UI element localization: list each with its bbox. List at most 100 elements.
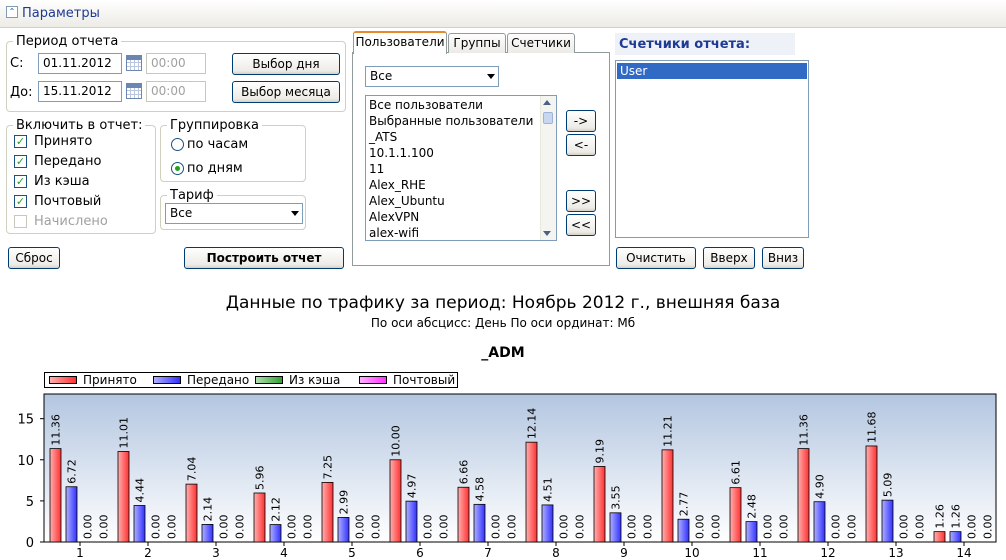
chart-subtitle: По оси абсцисс: День По оси ординат: Мб (370, 316, 636, 330)
x-tick-label: 8 (552, 546, 560, 560)
scroll-up-icon[interactable] (543, 100, 551, 105)
grouping-radio[interactable] (171, 138, 184, 151)
counter-list-item[interactable]: User (617, 63, 807, 79)
bar-value-label: 9.19 (594, 439, 607, 464)
collapse-icon[interactable]: ⌃ (6, 6, 18, 18)
from-date-input[interactable]: 01.11.2012 (38, 53, 122, 74)
dropdown-arrow-icon (291, 211, 299, 216)
move-up-button[interactable]: Вверх (703, 247, 755, 269)
bar-sent (881, 499, 894, 543)
bar-value-label: 11.68 (866, 411, 879, 443)
grouping-radio[interactable] (171, 162, 184, 175)
panel-header (0, 0, 1006, 28)
bar-value-label: 1.26 (950, 504, 963, 529)
user-list-item[interactable]: alex-wifi (366, 225, 556, 240)
bar-value-label: 4.44 (134, 478, 147, 503)
tab-users[interactable]: Пользователи (353, 31, 447, 54)
chart-title: Данные по трафику за период: Ноябрь 2012… (225, 293, 781, 313)
user-list-item[interactable]: 11 (366, 161, 556, 177)
scroll-down-icon[interactable] (543, 231, 551, 236)
clear-button[interactable]: Очистить (616, 247, 696, 269)
calendar-icon[interactable] (126, 83, 142, 99)
from-time-input[interactable]: 00:00 (146, 53, 206, 74)
bar-value-label: 0.00 (898, 515, 911, 540)
x-tick-label: 1 (76, 546, 84, 560)
legend-swatch-cache (255, 376, 283, 384)
user-list-item[interactable]: _ATS (366, 129, 556, 145)
build-report-button[interactable]: Построить отчет (184, 247, 344, 269)
bar-value-label: 0.00 (626, 515, 639, 540)
bar-value-label: 5.96 (254, 465, 267, 490)
bar-sent (269, 524, 282, 543)
user-list-item[interactable]: Выбранные пользователи (366, 113, 556, 129)
legend-label-received: Принято (83, 373, 137, 387)
select-month-button[interactable]: Выбор месяца (232, 81, 340, 103)
counters-list[interactable]: User (615, 60, 809, 238)
to-date-input[interactable]: 15.11.2012 (38, 81, 122, 102)
include-option-label: Передано (34, 154, 102, 169)
x-tick-label: 5 (348, 546, 356, 560)
tariff-select[interactable]: Все (165, 203, 303, 224)
reset-button[interactable]: Сброс (8, 247, 60, 269)
counters-title: Счетчики отчета: (619, 37, 751, 52)
bar-sent (541, 504, 554, 543)
bar-value-label: 2.77 (678, 492, 691, 517)
tab-counters[interactable]: Счетчики (507, 33, 575, 53)
tariff-value: Все (170, 206, 193, 220)
bar-value-label: 0.00 (558, 515, 571, 540)
user-filter-select[interactable]: Все (365, 66, 499, 87)
user-filter-value: Все (370, 69, 393, 83)
chart-legend: Принято Передано Из кэша Почтовый (44, 372, 458, 388)
calendar-icon[interactable] (126, 55, 142, 71)
bar-sent (473, 503, 486, 543)
bar-value-label: 0.00 (694, 515, 707, 540)
include-checkbox[interactable]: ✓ (14, 155, 27, 168)
add-selected-button[interactable]: -> (566, 110, 596, 132)
bar-received (457, 486, 470, 543)
include-checkbox[interactable]: ✓ (14, 195, 27, 208)
user-list[interactable]: Все пользователи Выбранные пользователи _A… (365, 95, 557, 241)
bar-value-label: 4.51 (542, 477, 555, 502)
add-all-button[interactable]: >> (566, 190, 596, 212)
tab-groups[interactable]: Группы (448, 33, 506, 53)
include-checkbox[interactable] (14, 215, 27, 228)
bar-value-label: 2.14 (202, 497, 215, 521)
user-list-item[interactable]: 10.1.1.100 (366, 145, 556, 161)
bar-value-label: 0.00 (98, 515, 111, 540)
bar-value-label: 0.00 (490, 515, 503, 540)
traffic-chart: 051015111.366.720.00 0.00211.014.440.00 0.… (17, 393, 997, 560)
x-tick-label: 6 (416, 546, 424, 560)
bar-value-label: 0.00 (150, 515, 163, 540)
x-tick-label: 9 (620, 546, 628, 560)
user-list-item[interactable]: Alex_Ubuntu (366, 193, 556, 209)
bar-value-label: 0.00 (830, 515, 843, 540)
remove-all-button[interactable]: << (566, 214, 596, 236)
bar-received (525, 441, 538, 543)
bar-value-label: 0.00 (286, 515, 299, 540)
bar-value-label: 0.00 (914, 515, 927, 540)
x-tick-label: 10 (684, 546, 699, 560)
bar-value-label: 7.04 (186, 457, 199, 482)
bar-received (729, 487, 742, 543)
remove-selected-button[interactable]: <- (566, 134, 596, 156)
include-checkbox[interactable]: ✓ (14, 135, 27, 148)
bar-value-label: 0.00 (370, 515, 383, 540)
scrollbar[interactable] (540, 96, 556, 240)
user-list-item[interactable]: Alex_RHE (366, 177, 556, 193)
user-list-item[interactable]: Все пользователи (366, 97, 556, 113)
bar-sent (609, 512, 622, 543)
bar-value-label: 0.00 (966, 515, 979, 540)
to-time-input[interactable]: 00:00 (146, 81, 206, 102)
move-down-button[interactable]: Вниз (762, 247, 804, 269)
bar-value-label: 11.21 (662, 415, 675, 447)
scroll-thumb[interactable] (543, 112, 553, 124)
bar-value-label: 2.12 (270, 497, 283, 522)
x-tick-label: 13 (888, 546, 903, 560)
bar-value-label: 0.00 (234, 515, 247, 540)
include-checkbox[interactable]: ✓ (14, 175, 27, 188)
select-day-button[interactable]: Выбор дня (232, 53, 340, 75)
period-legend: Период отчета (16, 34, 119, 49)
bar-value-label: 7.25 (322, 455, 335, 480)
bar-value-label: 11.36 (50, 414, 63, 446)
user-list-item[interactable]: AlexVPN (366, 209, 556, 225)
